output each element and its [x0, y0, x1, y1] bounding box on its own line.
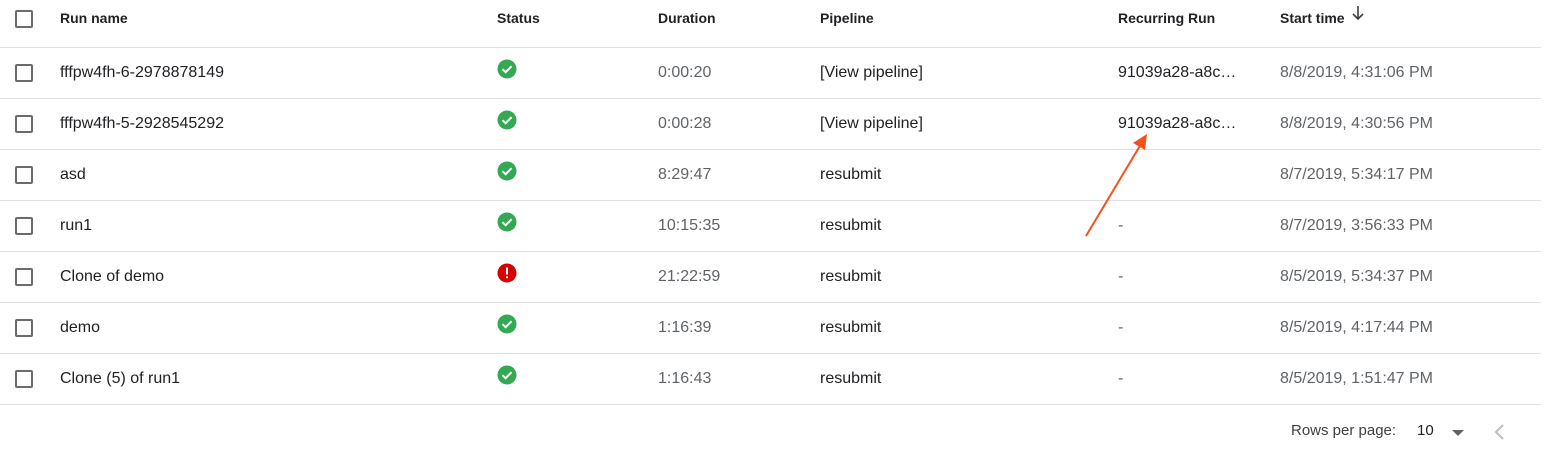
row-select-cell: [15, 99, 33, 149]
row-select-cell: [15, 150, 33, 200]
column-header-label: Start time: [1280, 10, 1345, 26]
row-checkbox[interactable]: [15, 370, 33, 388]
column-header-label: Run name: [60, 10, 128, 26]
row-checkbox[interactable]: [15, 268, 33, 286]
chevron-left-icon[interactable]: [1493, 423, 1507, 441]
table-row[interactable]: demo 1:16:39 resubmit - 8/5/2019, 4:17:44 PM: [0, 303, 1541, 354]
pipeline-link[interactable]: resubmit: [820, 252, 881, 302]
rows-per-page-select[interactable]: 10: [1417, 422, 1434, 439]
select-all-checkbox[interactable]: [15, 10, 33, 28]
table-row[interactable]: run1 10:15:35 resubmit - 8/7/2019, 3:56:33 P…: [0, 201, 1541, 252]
column-header-pipeline[interactable]: Pipeline: [820, 0, 874, 47]
recurring-run-cell: -: [1118, 319, 1124, 336]
check-circle-icon: [497, 365, 517, 385]
duration-cell: 1:16:39: [658, 319, 712, 336]
table-row[interactable]: asd 8:29:47 resubmit 8/7/2019, 5:34:17 PM: [0, 150, 1541, 201]
duration-cell: 10:15:35: [658, 217, 721, 234]
row-checkbox[interactable]: [15, 217, 33, 235]
pipeline-link[interactable]: [View pipeline]: [820, 48, 923, 98]
status-cell: [497, 303, 517, 353]
status-cell: [497, 48, 517, 98]
start-time-cell: 8/7/2019, 5:34:17 PM: [1280, 166, 1433, 183]
column-header-start-time[interactable]: Start time: [1280, 0, 1365, 47]
column-header-label: Duration: [658, 10, 716, 26]
status-cell: [497, 201, 517, 251]
pipeline-link[interactable]: resubmit: [820, 303, 881, 353]
row-select-cell: [15, 303, 33, 353]
recurring-run-cell[interactable]: 91039a28-a8c…: [1118, 99, 1253, 149]
start-time-cell: 8/5/2019, 5:34:37 PM: [1280, 268, 1433, 285]
check-circle-icon: [497, 212, 517, 232]
row-checkbox[interactable]: [15, 115, 33, 133]
status-cell: [497, 150, 517, 200]
row-select-cell: [15, 48, 33, 98]
row-select-cell: [15, 201, 33, 251]
status-cell: [497, 99, 517, 149]
duration-cell: 1:16:43: [658, 370, 712, 387]
table-row[interactable]: Clone (5) of run1 1:16:43 resubmit - 8/5/201…: [0, 354, 1541, 405]
check-circle-icon: [497, 314, 517, 334]
run-name-link[interactable]: fffpw4fh-5-2928545292: [60, 99, 224, 149]
column-header-label: Status: [497, 10, 540, 26]
row-checkbox[interactable]: [15, 166, 33, 184]
start-time-cell: 8/8/2019, 4:30:56 PM: [1280, 115, 1433, 132]
recurring-run-cell[interactable]: 91039a28-a8c…: [1118, 48, 1253, 98]
status-cell: [497, 252, 517, 302]
column-header-duration[interactable]: Duration: [658, 0, 716, 47]
run-name-link[interactable]: fffpw4fh-6-2978878149: [60, 48, 224, 98]
recurring-run-cell: [1118, 150, 1253, 200]
column-header-status[interactable]: Status: [497, 0, 540, 47]
duration-cell: 0:00:20: [658, 64, 712, 81]
duration-cell: 21:22:59: [658, 268, 721, 285]
start-time-cell: 8/8/2019, 4:31:06 PM: [1280, 64, 1433, 81]
column-header-recurring-run[interactable]: Recurring Run: [1118, 0, 1253, 47]
rows-per-page-label: Rows per page:: [1291, 422, 1397, 439]
table-body: fffpw4fh-6-2978878149 0:00:20 [View pipeli…: [0, 48, 1541, 405]
run-name-link[interactable]: demo: [60, 303, 100, 353]
table-row[interactable]: fffpw4fh-5-2928545292 0:00:28 [View pipeli…: [0, 99, 1541, 150]
pipeline-link[interactable]: resubmit: [820, 201, 881, 251]
arrow-down-icon[interactable]: [1351, 5, 1365, 21]
start-time-cell: 8/7/2019, 3:56:33 PM: [1280, 217, 1433, 234]
duration-cell: 8:29:47: [658, 166, 712, 183]
runs-table: Run name Status Duration Pipeline Recurr…: [0, 0, 1541, 405]
recurring-run-cell: -: [1118, 370, 1124, 387]
recurring-run-cell: -: [1118, 268, 1124, 285]
check-circle-icon: [497, 59, 517, 79]
table-header: Run name Status Duration Pipeline Recurr…: [0, 0, 1541, 48]
run-name-link[interactable]: run1: [60, 201, 92, 251]
row-select-cell: [15, 252, 33, 302]
start-time-cell: 8/5/2019, 1:51:47 PM: [1280, 370, 1433, 387]
row-select-cell: [15, 354, 33, 404]
table-row[interactable]: fffpw4fh-6-2978878149 0:00:20 [View pipeli…: [0, 48, 1541, 99]
check-circle-icon: [497, 161, 517, 181]
pipeline-link[interactable]: resubmit: [820, 354, 881, 404]
check-circle-icon: [497, 110, 517, 130]
recurring-run-cell: -: [1118, 217, 1124, 234]
run-name-link[interactable]: Clone (5) of run1: [60, 354, 180, 404]
start-time-cell: 8/5/2019, 4:17:44 PM: [1280, 319, 1433, 336]
select-all-cell: [15, 0, 33, 47]
column-header-label: Pipeline: [820, 10, 874, 26]
pipeline-link[interactable]: [View pipeline]: [820, 99, 923, 149]
column-header-label: Recurring Run: [1118, 10, 1216, 26]
row-checkbox[interactable]: [15, 64, 33, 82]
error-circle-icon: [497, 263, 517, 283]
row-checkbox[interactable]: [15, 319, 33, 337]
table-row[interactable]: Clone of demo 21:22:59 resubmit - 8/5/2019, …: [0, 252, 1541, 303]
duration-cell: 0:00:28: [658, 115, 712, 132]
run-name-link[interactable]: asd: [60, 150, 86, 200]
status-cell: [497, 354, 517, 404]
pipeline-link[interactable]: resubmit: [820, 150, 881, 200]
caret-down-icon[interactable]: [1452, 430, 1464, 436]
run-name-link[interactable]: Clone of demo: [60, 252, 164, 302]
pagination-footer: Rows per page: 10: [0, 414, 1559, 450]
column-header-run-name[interactable]: Run name: [60, 0, 128, 47]
